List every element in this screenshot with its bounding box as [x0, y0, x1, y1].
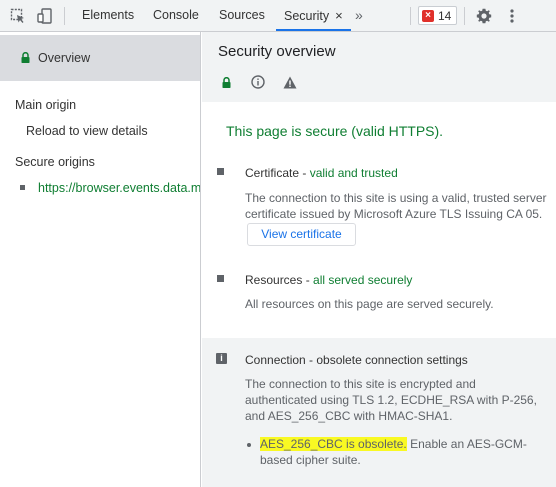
certificate-bullet-icon: [217, 168, 224, 175]
security-main-panel: Security overview This page is secure (v…: [202, 32, 556, 487]
certificate-description: The connection to this site is using a v…: [245, 191, 547, 221]
resources-description: All resources on this page are served se…: [245, 297, 494, 311]
gear-icon[interactable]: [473, 5, 495, 27]
close-icon[interactable]: ×: [335, 0, 343, 31]
more-tabs-button[interactable]: »: [355, 0, 363, 31]
origin-bullet-icon: [20, 185, 25, 190]
issues-badge[interactable]: × 14: [418, 6, 457, 25]
list-bullet: [247, 443, 251, 447]
connection-title: Connection - obsolete connection setting…: [245, 353, 468, 367]
connection-description: The connection to this site is encrypted…: [245, 377, 537, 423]
certificate-status: valid and trusted: [309, 166, 398, 180]
security-sidebar: Overview Main origin Reload to view deta…: [0, 32, 201, 487]
certificate-title-prefix: Certificate -: [245, 166, 310, 180]
view-certificate-button[interactable]: View certificate: [247, 223, 356, 246]
devtools-toolbar: Elements Console Sources Security × » × 1…: [0, 0, 556, 32]
main-origin-heading: Main origin: [15, 98, 77, 112]
more-options-icon[interactable]: [501, 5, 523, 27]
secure-origin-url: https://browser.events.data.microsoft.co…: [38, 181, 201, 195]
secure-origins-heading: Secure origins: [15, 155, 95, 169]
toolbar-separator: [64, 7, 65, 25]
device-toolbar-icon[interactable]: [34, 5, 56, 27]
tab-label: Security: [284, 9, 330, 23]
resources-title: Resources - all served securely: [245, 273, 412, 287]
toolbar-separator: [464, 7, 465, 25]
tab-sources[interactable]: Sources: [219, 0, 265, 31]
tab-elements[interactable]: Elements: [82, 0, 134, 31]
resources-status: all served securely: [313, 273, 413, 287]
tab-console[interactable]: Console: [153, 0, 199, 31]
lock-icon: [21, 52, 30, 63]
connection-section: i Connection - obsolete connection setti…: [202, 338, 556, 487]
sidebar-item-overview[interactable]: Overview: [0, 35, 200, 81]
overview-header: Security overview: [202, 32, 556, 102]
toolbar-separator: [410, 7, 411, 25]
sidebar-item-reload[interactable]: Reload to view details: [26, 124, 148, 138]
info-icon: i: [216, 353, 227, 364]
lock-icon[interactable]: [218, 74, 234, 90]
sidebar-item-label: Overview: [38, 51, 91, 65]
obsolete-cipher-highlight: AES_256_CBC is obsolete.: [260, 437, 407, 451]
tab-label: Console: [153, 8, 199, 22]
issues-count: 14: [438, 8, 452, 23]
chevron-double-right-icon: »: [355, 7, 363, 23]
page-title: Security overview: [218, 43, 336, 60]
warning-icon[interactable]: [282, 74, 298, 90]
resources-bullet-icon: [217, 275, 224, 282]
inspect-element-icon[interactable]: [7, 5, 29, 27]
error-icon: ×: [422, 9, 434, 22]
cipher-recommendation: AES_256_CBC is obsolete. Enable an AES-G…: [260, 436, 550, 468]
security-summary: This page is secure (valid HTTPS).: [226, 123, 444, 139]
tab-label: Elements: [82, 8, 135, 22]
tab-security[interactable]: Security ×: [276, 0, 351, 31]
info-icon[interactable]: [250, 74, 266, 90]
certificate-title: Certificate - valid and trusted: [245, 166, 398, 180]
resources-title-prefix: Resources -: [245, 273, 314, 287]
tab-label: Sources: [219, 8, 265, 22]
